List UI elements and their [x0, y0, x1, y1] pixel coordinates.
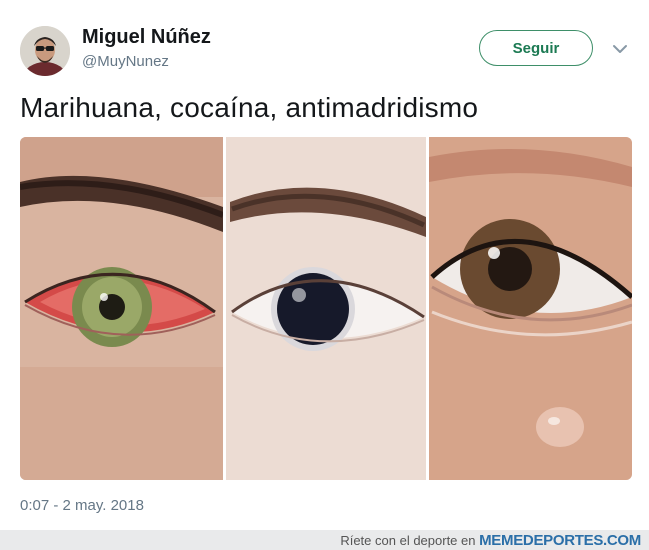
tweet-timestamp[interactable]: 0:07 - 2 may. 2018: [20, 497, 144, 514]
red-eye-image: [20, 137, 225, 480]
watermark-text: Ríete con el deporte en MEMEDEPORTES.COM: [340, 532, 641, 549]
crying-eye-image: [429, 137, 632, 480]
tweet-media[interactable]: [20, 137, 632, 480]
watermark-bar: Ríete con el deporte en MEMEDEPORTES.COM: [0, 530, 649, 550]
user-name[interactable]: Miguel Núñez: [82, 26, 211, 49]
watermark-site: MEMEDEPORTES.COM: [479, 532, 641, 549]
tweet-text: Marihuana, cocaína, antimadridismo: [20, 92, 479, 123]
avatar[interactable]: [20, 26, 70, 76]
profile-photo-icon: [20, 26, 70, 76]
watermark-prefix: Ríete con el deporte en: [340, 533, 476, 548]
dilated-pupil-eye-image: [226, 137, 426, 480]
chevron-down-icon[interactable]: [611, 40, 629, 58]
follow-button[interactable]: Seguir: [479, 30, 593, 66]
user-handle[interactable]: @MuyNunez: [82, 53, 169, 70]
